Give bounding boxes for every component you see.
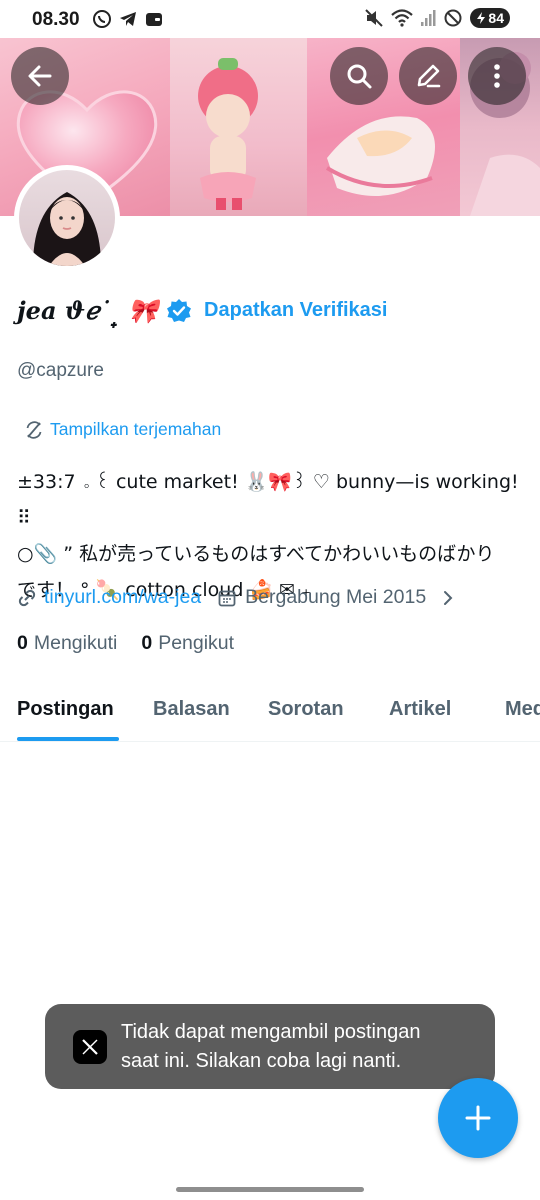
verified-badge-icon[interactable] xyxy=(166,298,192,324)
status-time: 08.30 xyxy=(32,9,80,30)
back-button[interactable] xyxy=(11,47,69,105)
tab-articles[interactable]: Artikel xyxy=(389,698,451,721)
profile-meta: tinyurl.com/wa-jea Bergabung Mei 2015 xyxy=(17,586,458,609)
get-verified-link[interactable]: Dapatkan Verifikasi xyxy=(204,299,387,322)
more-vertical-icon xyxy=(494,64,500,88)
tab-media[interactable]: Media xyxy=(505,698,540,721)
following-link[interactable]: 0 Mengikuti xyxy=(17,632,117,655)
whatsapp-icon xyxy=(93,10,111,28)
show-translation-button[interactable]: Tampilkan terjemahan xyxy=(24,419,221,440)
following-label: Mengikuti xyxy=(33,632,118,654)
compose-button[interactable] xyxy=(438,1078,518,1158)
wifi-icon xyxy=(391,9,414,27)
following-count: 0 xyxy=(17,632,28,654)
followers-label: Pengikut xyxy=(158,632,235,654)
joined-date: Bergabung Mei 2015 xyxy=(245,586,427,608)
toast-line: saat ini. Silakan coba lagi nanti. xyxy=(121,1049,402,1072)
bio-line: ○📎 ” 私が売っているものはすべてかわいいものばかり xyxy=(17,543,495,565)
name-row: jea ϑℯ˙ ̟ 🎀 Dapatkan Verifikasi xyxy=(17,296,387,325)
toast-message: Tidak dapat mengambil postingan saat ini… xyxy=(121,1018,420,1076)
tab-replies[interactable]: Balasan xyxy=(153,698,230,721)
search-icon xyxy=(347,64,372,89)
translate-label: Tampilkan terjemahan xyxy=(50,419,222,439)
pencil-icon xyxy=(417,64,441,88)
more-button[interactable] xyxy=(468,47,526,105)
followers-link[interactable]: 0 Pengikut xyxy=(141,632,234,655)
dnd-icon xyxy=(444,9,462,27)
bio-line: ±33:7 ｡ ꒰ cute market! 🐰🎀꒱ ♡ bunny—is wo… xyxy=(17,471,519,529)
translate-icon xyxy=(26,420,42,439)
follow-stats: 0 Mengikuti 0 Pengikut xyxy=(17,632,234,655)
banner-doll-image xyxy=(170,38,307,216)
display-name: jea ϑℯ˙ ̟ 🎀 xyxy=(17,296,159,325)
arrow-left-icon xyxy=(28,65,52,87)
x-logo-icon xyxy=(73,1029,107,1064)
edit-button[interactable] xyxy=(399,47,457,105)
gesture-bar[interactable] xyxy=(176,1187,364,1192)
tab-highlights[interactable]: Sorotan xyxy=(268,698,344,721)
plus-icon xyxy=(465,1105,491,1131)
link-icon xyxy=(18,589,36,606)
active-tab-indicator xyxy=(17,737,119,741)
mute-icon xyxy=(365,9,384,27)
telegram-icon xyxy=(120,12,136,26)
battery-level: 84 xyxy=(488,10,504,26)
avatar-photo xyxy=(33,192,101,266)
wallet-icon xyxy=(146,13,162,26)
error-toast: Tidak dapat mengambil postingan saat ini… xyxy=(45,1004,495,1089)
search-button[interactable] xyxy=(330,47,388,105)
avatar[interactable] xyxy=(14,165,120,271)
profile-website-link[interactable]: tinyurl.com/wa-jea xyxy=(44,586,201,609)
profile-tabs: Postingan Balasan Sorotan Artikel Media xyxy=(0,690,540,742)
profile-handle: @capzure xyxy=(17,360,104,381)
battery-icon: 84 xyxy=(470,8,510,28)
tab-posts[interactable]: Postingan xyxy=(17,698,114,721)
followers-count: 0 xyxy=(141,632,153,654)
toast-line: Tidak dapat mengambil postingan xyxy=(121,1020,421,1043)
status-bar: 08.30 84 xyxy=(0,0,540,38)
chevron-right-icon[interactable] xyxy=(438,588,458,608)
calendar-icon xyxy=(218,590,236,606)
signal-icon xyxy=(421,10,436,26)
